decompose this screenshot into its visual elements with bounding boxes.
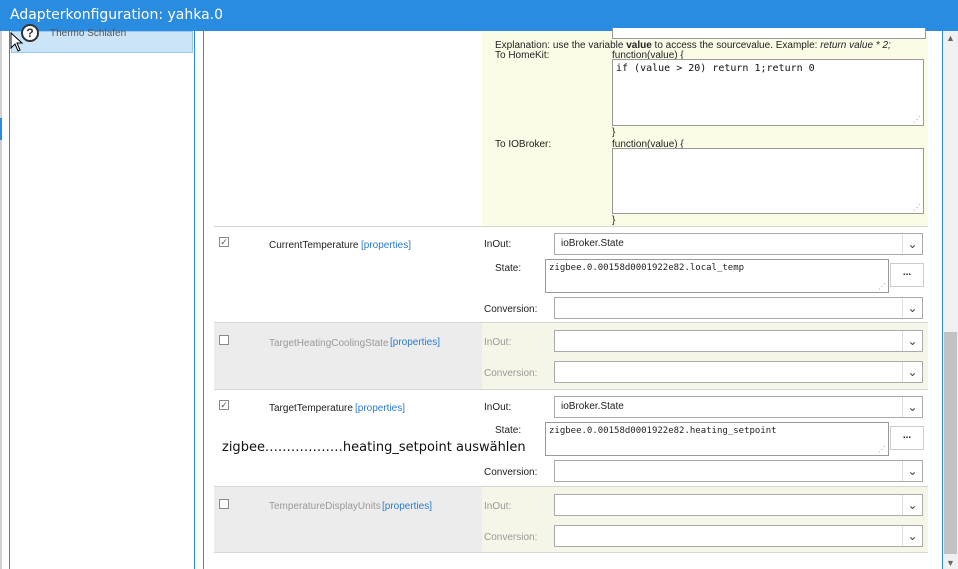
scroll-down-arrow-icon[interactable]: ▼	[946, 558, 955, 568]
iobroker-code-editor[interactable]: ⋰	[612, 148, 924, 214]
sidebar-item-label: Thermo Schlafen	[50, 28, 127, 39]
inout-label: InOut:	[484, 501, 512, 512]
chevron-down-icon: ⌄	[902, 298, 922, 318]
scrollbar-thumb[interactable]	[944, 332, 957, 554]
inout-label: InOut:	[484, 239, 512, 250]
homekit-function-close: }	[612, 127, 616, 138]
to-homekit-label: To HomeKit:	[495, 50, 550, 61]
conversion-select[interactable]: ⌄	[554, 297, 923, 319]
conversion-select[interactable]: ⌄	[554, 525, 923, 547]
state-input[interactable]: zigbee.0.00158d0001922e82.local_temp ⋰	[545, 259, 889, 293]
window-title-bar: Adapterkonfiguration: yahka.0	[0, 0, 958, 31]
characteristic-name: TemperatureDisplayUnits	[269, 501, 381, 512]
inout-select[interactable]: ⌄	[554, 494, 923, 516]
conversion-label: Conversion:	[484, 532, 538, 543]
select-state-button[interactable]: ...	[890, 263, 924, 287]
characteristic-target-heating-cooling-state: TargetHeatingCoolingState [properties] I…	[214, 323, 928, 390]
conversion-select[interactable]: ⌄	[554, 361, 923, 383]
select-state-button[interactable]: ...	[890, 426, 924, 450]
chevron-down-icon: ⌄	[902, 362, 922, 382]
state-input[interactable]: zigbee.0.00158d0001922e82.heating_setpoi…	[545, 422, 889, 456]
current-temperature-checkbox[interactable]: ✓	[219, 237, 229, 247]
inout-label: InOut:	[484, 337, 512, 348]
characteristic-current-temperature: ✓ CurrentTemperature [properties] InOut:…	[214, 227, 928, 323]
checkmark-icon: ✓	[220, 237, 228, 247]
conversion-label: Conversion:	[484, 368, 538, 379]
conversion-label: Conversion:	[484, 467, 538, 478]
characteristic-target-temperature: ✓ TargetTemperature [properties] InOut: …	[214, 390, 928, 487]
checkmark-icon: ✓	[220, 400, 228, 410]
chevron-down-icon: ⌄	[902, 461, 922, 481]
explanation-text: Explanation: use the variable value to a…	[495, 40, 891, 51]
characteristic-temperature-display-units: TemperatureDisplayUnits [properties] InO…	[214, 487, 928, 553]
characteristic-name: CurrentTemperature	[269, 240, 359, 251]
conversion-label: Conversion:	[484, 304, 538, 315]
properties-link[interactable]: [properties]	[382, 501, 432, 512]
characteristic-name: TargetTemperature	[269, 403, 353, 414]
state-label: State:	[495, 263, 522, 274]
characteristic-name: TargetHeatingCoolingState	[269, 338, 389, 349]
properties-link[interactable]: [properties]	[390, 337, 440, 348]
iobroker-function-close: }	[612, 215, 616, 226]
to-iobroker-label: To IOBroker:	[495, 139, 552, 150]
temperature-display-units-checkbox[interactable]	[219, 499, 229, 509]
inout-select[interactable]: ioBroker.State ⌄	[554, 233, 923, 255]
chevron-down-icon: ⌄	[902, 526, 922, 546]
left-edge-accent	[0, 118, 2, 140]
properties-link[interactable]: [properties]	[355, 403, 405, 414]
window-title: Adapterkonfiguration: yahka.0	[10, 7, 224, 23]
annotation-text: zigbee………………heating_setpoint auswählen	[222, 440, 526, 455]
chevron-down-icon: ⌄	[902, 397, 922, 417]
inout-select[interactable]: ⌄	[554, 330, 923, 352]
chevron-down-icon: ⌄	[902, 234, 922, 254]
inout-label: InOut:	[484, 402, 512, 413]
target-heating-cooling-state-checkbox[interactable]	[219, 335, 229, 345]
scroll-up-arrow-icon[interactable]: ▲	[946, 33, 955, 43]
mouse-cursor-icon	[10, 32, 24, 52]
chevron-down-icon: ⌄	[902, 331, 922, 351]
state-label: State:	[495, 425, 522, 436]
device-sidebar: Thermo Schlafen	[9, 28, 195, 569]
homekit-code-editor[interactable]: if (value > 20) return 1;return 0 ⋰	[612, 59, 924, 126]
target-temperature-checkbox[interactable]: ✓	[219, 400, 229, 410]
properties-link[interactable]: [properties]	[361, 240, 411, 251]
left-edge-strip	[0, 31, 2, 569]
chevron-down-icon: ⌄	[902, 495, 922, 515]
conversion-select[interactable]: ⌄	[554, 460, 923, 482]
previous-code-area-bottom[interactable]	[612, 28, 926, 39]
inout-select[interactable]: ioBroker.State ⌄	[554, 396, 923, 418]
